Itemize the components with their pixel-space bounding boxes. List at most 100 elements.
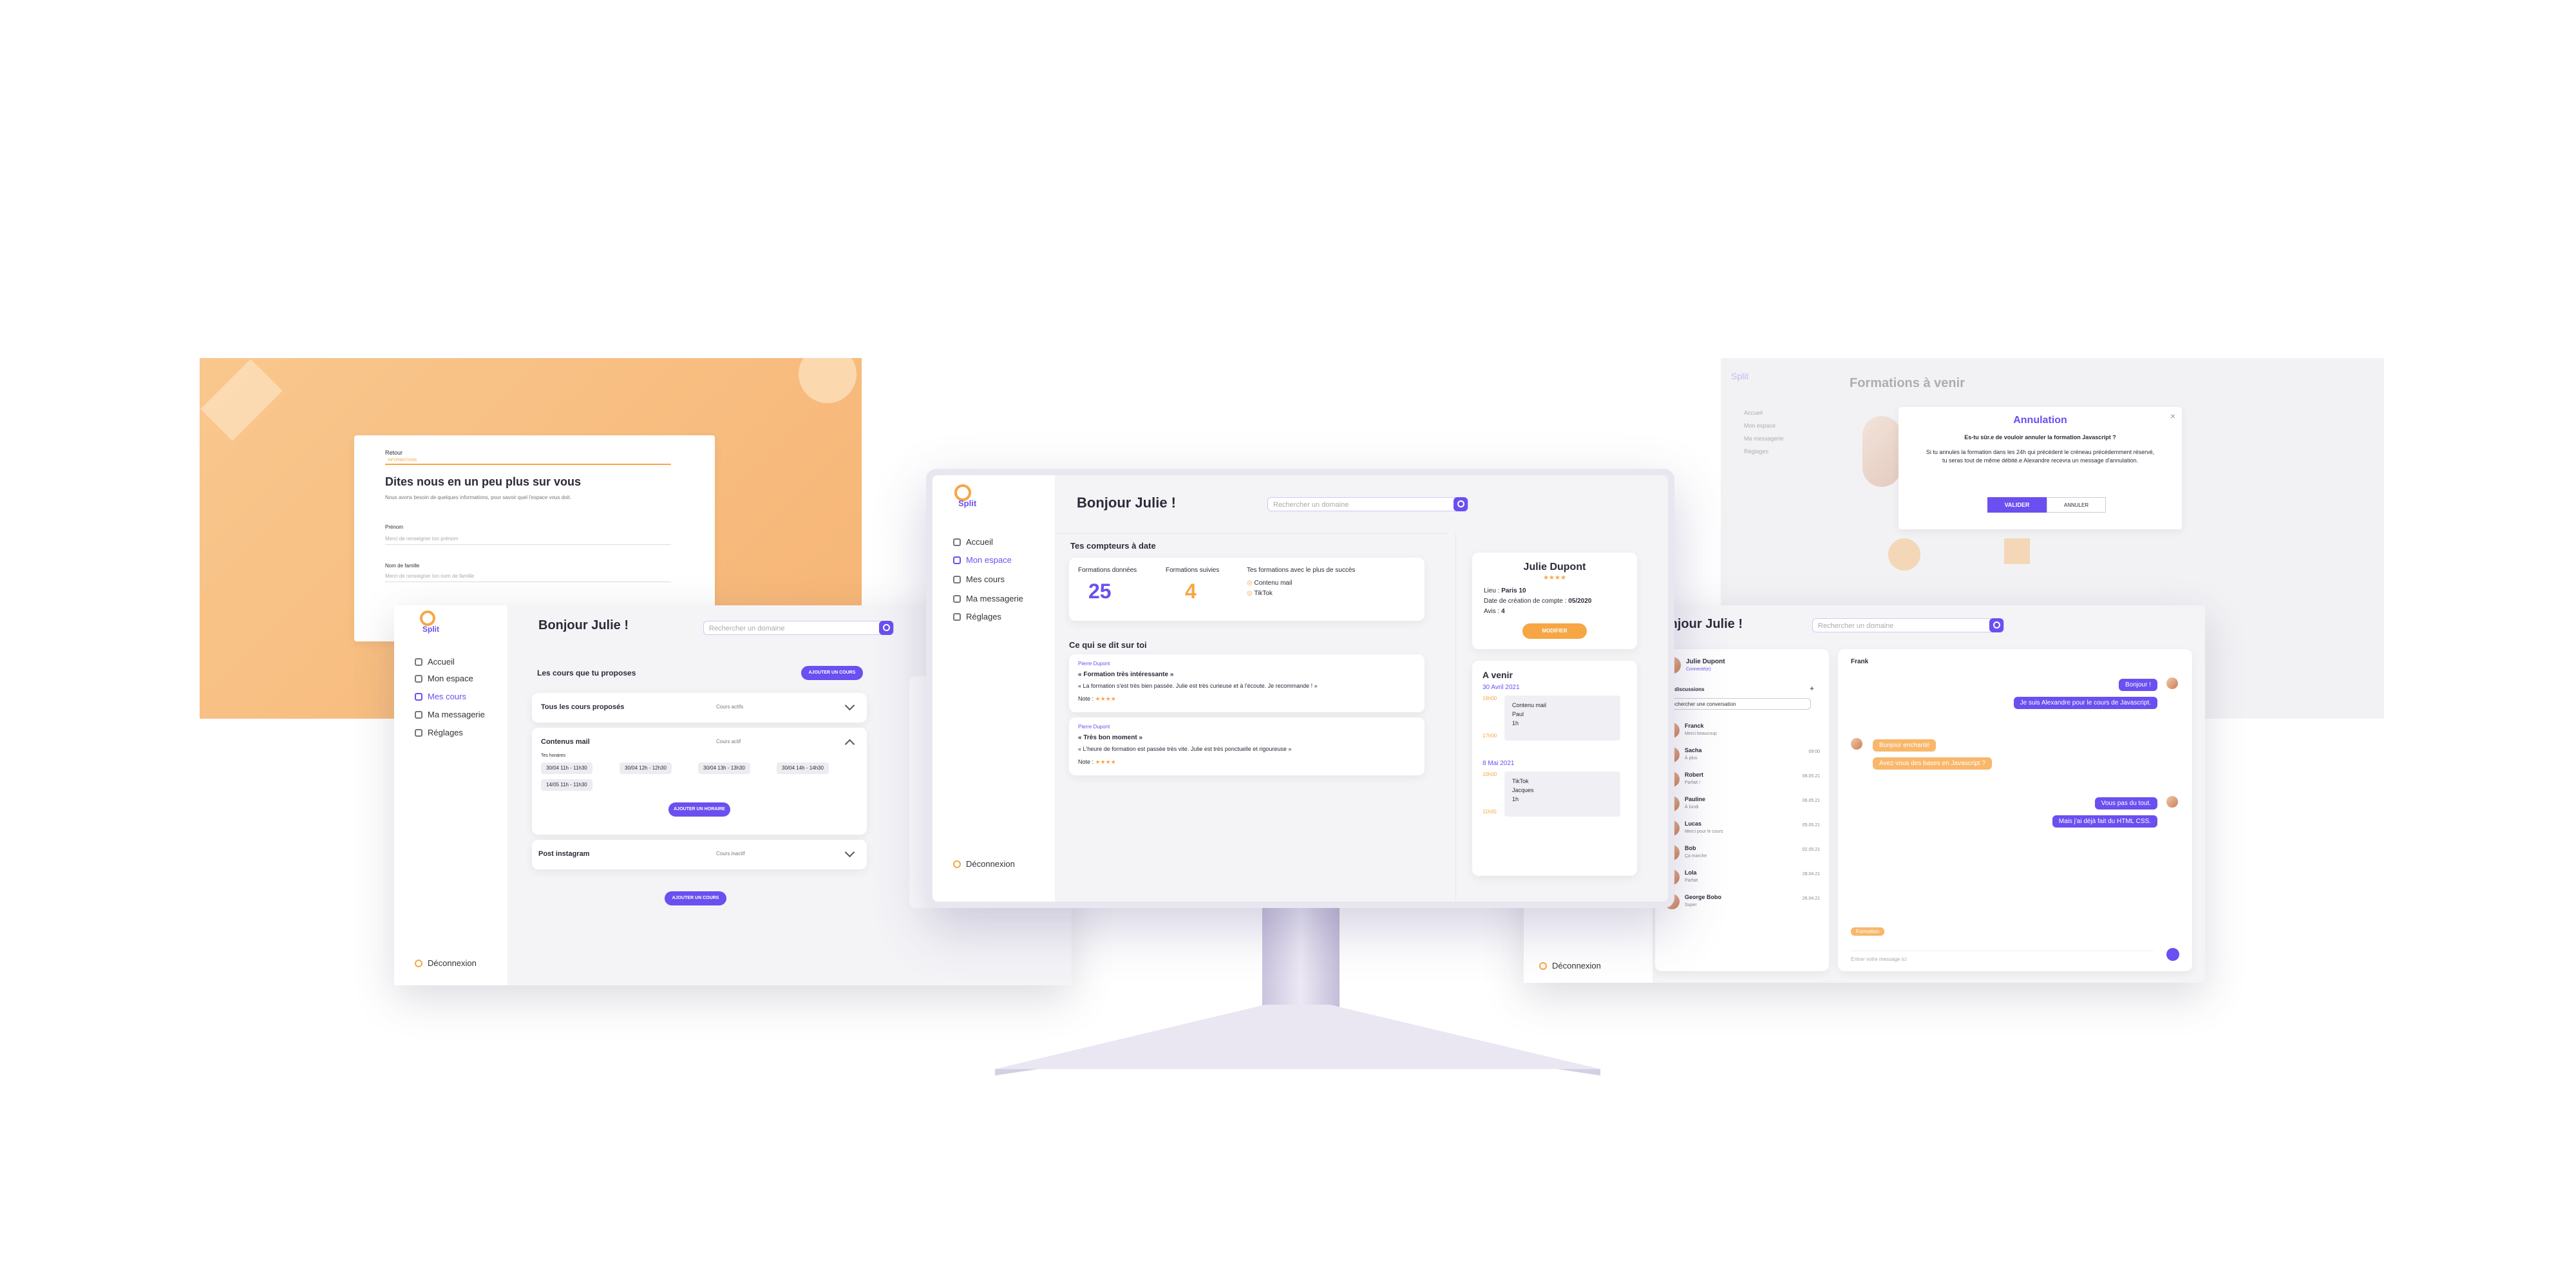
user-name: Julie Dupont [1686, 658, 1725, 665]
profile-created: Date de création de compte : 05/2020 [1484, 598, 1591, 605]
courses-search-input[interactable]: Rechercher un domaine [703, 620, 894, 635]
nav-messages-label: Ma messagerie [428, 710, 485, 719]
dashboard-search-input[interactable]: Rechercher un domaine [1267, 497, 1468, 511]
messaging-search-input[interactable]: Rechercher un domaine [1812, 618, 2004, 632]
chat-window: Frank Bonjour ! Je suis Alexandre pour l… [1838, 649, 2192, 971]
upcoming-card: A venir 30 Avril 2021 16h00 Contenu mail… [1472, 661, 1637, 876]
conversation-item[interactable]: Bob Ça marche 02.05.21 [1662, 842, 1823, 863]
slot-chip[interactable]: 30/04 12h - 12h30 [620, 762, 672, 774]
new-conversation-icon[interactable]: + [1810, 684, 1814, 693]
followed-value: 4 [1185, 580, 1197, 603]
review-note: Note : ★★★★ [1078, 759, 1116, 766]
wrench-icon [415, 728, 422, 737]
star-icon: ◎ [1247, 590, 1255, 597]
first-name-input[interactable]: Merci de renseigner ton prénom [385, 536, 671, 545]
nav-logout[interactable]: Déconnexion [1539, 961, 1601, 971]
courses-sidebar: Split Accueil Mon espace Mes cours Ma me… [394, 605, 507, 985]
chevron-down-icon[interactable] [844, 700, 855, 711]
profile-place-label: Lieu : [1484, 587, 1500, 594]
upcoming-line: Jacques [1512, 787, 1534, 793]
profile-place-value: Paris 10 [1501, 587, 1526, 594]
search-icon[interactable] [1454, 497, 1468, 511]
courses-greeting: Bonjour Julie ! [538, 618, 629, 632]
nav-space[interactable]: Mon espace [953, 555, 1012, 565]
modal-body: Si tu annules la formation dans les 24h … [1926, 449, 2155, 464]
nav-space[interactable]: Mon espace [415, 674, 473, 683]
nav-courses[interactable]: Mes cours [953, 574, 1005, 584]
confirm-button[interactable]: VALIDER [1987, 497, 2047, 513]
dashboard-logo-text: Split [958, 498, 977, 508]
review-author: Pierre Dupont [1078, 661, 1110, 667]
slot-chip[interactable]: 14/05 11h - 11h30 [541, 779, 592, 791]
chat-icon [953, 594, 961, 603]
course2-card[interactable]: Post instagram Cours inactif [532, 840, 867, 869]
nav-logout[interactable]: Déconnexion [415, 958, 477, 968]
nav-settings[interactable]: Réglages [415, 728, 463, 737]
edit-profile-button[interactable]: MODIFIER [1522, 623, 1587, 639]
conversation-item[interactable]: Robert Parfait ! 08.05.21 [1662, 769, 1823, 790]
nav-home[interactable]: Accueil [953, 537, 993, 547]
slot-chip[interactable]: 30/04 13h - 13h30 [698, 762, 750, 774]
course1-card[interactable]: Contenus mail Cours actif Tes horaires 3… [532, 728, 867, 835]
star-icon: ◎ [1247, 580, 1255, 587]
nav-courses-label: Mes cours [966, 574, 1005, 584]
upcoming-time: 16h00 [1482, 696, 1497, 701]
contact-time: 28.04.21 [1802, 872, 1820, 876]
chevron-up-icon[interactable] [844, 739, 855, 750]
all-courses-card[interactable]: Tous les cours proposés Cours actifs [532, 693, 867, 723]
search-icon[interactable] [879, 620, 893, 635]
modal-title: Annulation [2013, 415, 2067, 426]
nav-messages[interactable]: Ma messagerie [953, 594, 1023, 603]
conversation-item[interactable]: Sacha À plus 09:00 [1662, 744, 1823, 765]
faded-orange-bars [2004, 538, 2030, 564]
nav-messages-label: Ma messagerie [966, 594, 1023, 603]
chevron-down-icon[interactable] [844, 847, 855, 858]
back-link[interactable]: Retour [385, 450, 402, 456]
conversation-search-input[interactable]: Rechercher une conversation [1663, 698, 1811, 710]
nav-courses[interactable]: Mes cours [415, 692, 466, 701]
conversation-item[interactable]: George Bobo Super 26.04.21 [1662, 891, 1823, 912]
contact-name: Bob [1685, 845, 1696, 851]
nav-messages[interactable]: Ma messagerie [415, 710, 485, 719]
upcoming-date: 30 Avril 2021 [1482, 684, 1520, 691]
nav-home-label: Accueil [966, 537, 993, 547]
review-text: « L'heure de formation est passée très v… [1078, 746, 1292, 752]
profile-reviews-value: 4 [1501, 608, 1505, 615]
nav-settings[interactable]: Réglages [953, 612, 1001, 621]
upcoming-end: 17h00 [1482, 733, 1497, 739]
contact-preview: Super [1685, 903, 1697, 907]
progress-label: INFORMATIONS [388, 459, 417, 462]
cancel-button[interactable]: ANNULER [2047, 497, 2106, 513]
add-course-button-top[interactable]: AJOUTER UN COURS [801, 666, 863, 680]
conversation-item[interactable]: Franck Merci beaucoup [1662, 720, 1823, 741]
faded-logo: Split [1731, 371, 1749, 381]
nav-logout[interactable]: Déconnexion [953, 859, 1015, 869]
contact-preview: À lundi [1685, 805, 1699, 810]
slot-chip[interactable]: 30/04 11h - 11h30 [541, 762, 592, 774]
nav-settings-label: Réglages [428, 728, 463, 737]
contact-name: Sacha [1685, 747, 1702, 753]
nav-home[interactable]: Accueil [415, 657, 455, 667]
send-icon[interactable] [2166, 948, 2179, 961]
dashboard-screen: Split Accueil Mon espace Mes cours Ma me… [933, 475, 1668, 902]
conversation-item[interactable]: Pauline À lundi 06.05.21 [1662, 793, 1823, 814]
faded-nav-messages: Ma messagerie [1744, 435, 1784, 442]
upcoming-line: 1h [1512, 796, 1519, 802]
formation-tag[interactable]: Formation [1851, 927, 1885, 936]
add-course-button-bottom[interactable]: AJOUTER UN COURS [665, 891, 726, 905]
profile-created-value: 05/2020 [1568, 598, 1592, 605]
conversation-item[interactable]: Lola Parfait 28.04.21 [1662, 867, 1823, 887]
book-icon [415, 674, 422, 683]
conversation-item[interactable]: Lucas Merci pour le cours 05.05.21 [1662, 818, 1823, 838]
reviews-title: Ce qui se dit sur toi [1069, 640, 1147, 650]
review-author: Pierre Dupont [1078, 724, 1110, 730]
slot-chip[interactable]: 30/04 14h - 14h30 [777, 762, 829, 774]
course1-title: Contenus mail [541, 738, 590, 746]
search-icon[interactable] [1989, 618, 2003, 632]
last-name-input[interactable]: Merci de renseigner ton nom de famille [385, 573, 671, 582]
message-input[interactable]: Entrer votre message ici [1851, 951, 2154, 962]
contact-preview: Merci pour le cours [1685, 829, 1723, 834]
message-out: Je suis Alexandre pour le cours de Javas… [2013, 697, 2157, 709]
add-slot-button[interactable]: AJOUTER UN HORAIRE [668, 802, 730, 817]
home-icon [953, 538, 961, 546]
